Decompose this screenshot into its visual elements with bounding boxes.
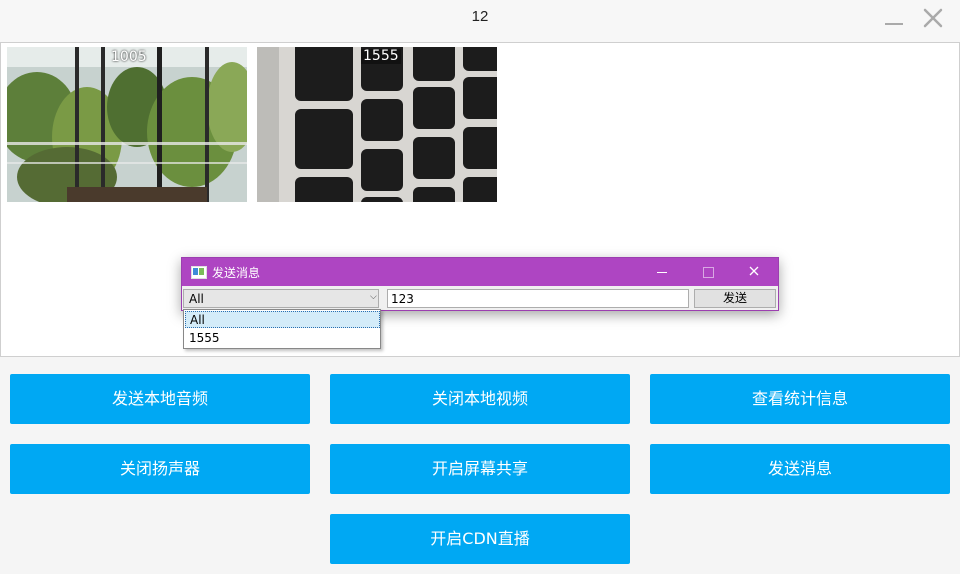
- view-stats-button[interactable]: 查看统计信息: [650, 374, 950, 424]
- video-frame-keyboard: [257, 47, 497, 202]
- close-local-video-button[interactable]: 关闭本地视频: [330, 374, 630, 424]
- dropdown-option-1555[interactable]: 1555: [185, 330, 380, 347]
- dialog-close-icon[interactable]: [744, 264, 764, 280]
- app-titlebar: 12: [0, 0, 960, 42]
- dialog-minimize-icon[interactable]: [652, 264, 672, 280]
- dialog-send-button[interactable]: 发送: [694, 289, 776, 308]
- chevron-down-icon: ⌵: [370, 292, 377, 302]
- start-cdn-live-button[interactable]: 开启CDN直播: [330, 514, 630, 564]
- dropdown-option-all[interactable]: All: [185, 311, 380, 328]
- target-select-value: All: [189, 292, 204, 306]
- window-title: 12: [471, 8, 489, 25]
- minimize-icon[interactable]: [882, 8, 906, 32]
- video-label: 1555: [361, 48, 401, 64]
- dialog-titlebar[interactable]: 发送消息: [182, 258, 778, 286]
- app-icon: [191, 266, 207, 279]
- send-local-audio-button[interactable]: 发送本地音频: [10, 374, 310, 424]
- video-tile-1005[interactable]: 1005: [7, 47, 247, 202]
- dialog-title: 发送消息: [212, 266, 261, 280]
- message-input[interactable]: [387, 289, 689, 308]
- close-speaker-button[interactable]: 关闭扬声器: [10, 444, 310, 494]
- target-dropdown-list: All 1555: [183, 309, 381, 349]
- dialog-maximize-icon[interactable]: [698, 264, 718, 280]
- send-message-dialog: 发送消息 All ⌵ 发送: [181, 257, 779, 311]
- target-select[interactable]: All ⌵: [183, 289, 379, 308]
- video-tile-1555[interactable]: 1555: [257, 47, 497, 202]
- video-label: 1005: [111, 49, 147, 65]
- start-screen-share-button[interactable]: 开启屏幕共享: [330, 444, 630, 494]
- video-frame-trees: [7, 47, 247, 202]
- close-icon[interactable]: [921, 6, 945, 30]
- send-message-button[interactable]: 发送消息: [650, 444, 950, 494]
